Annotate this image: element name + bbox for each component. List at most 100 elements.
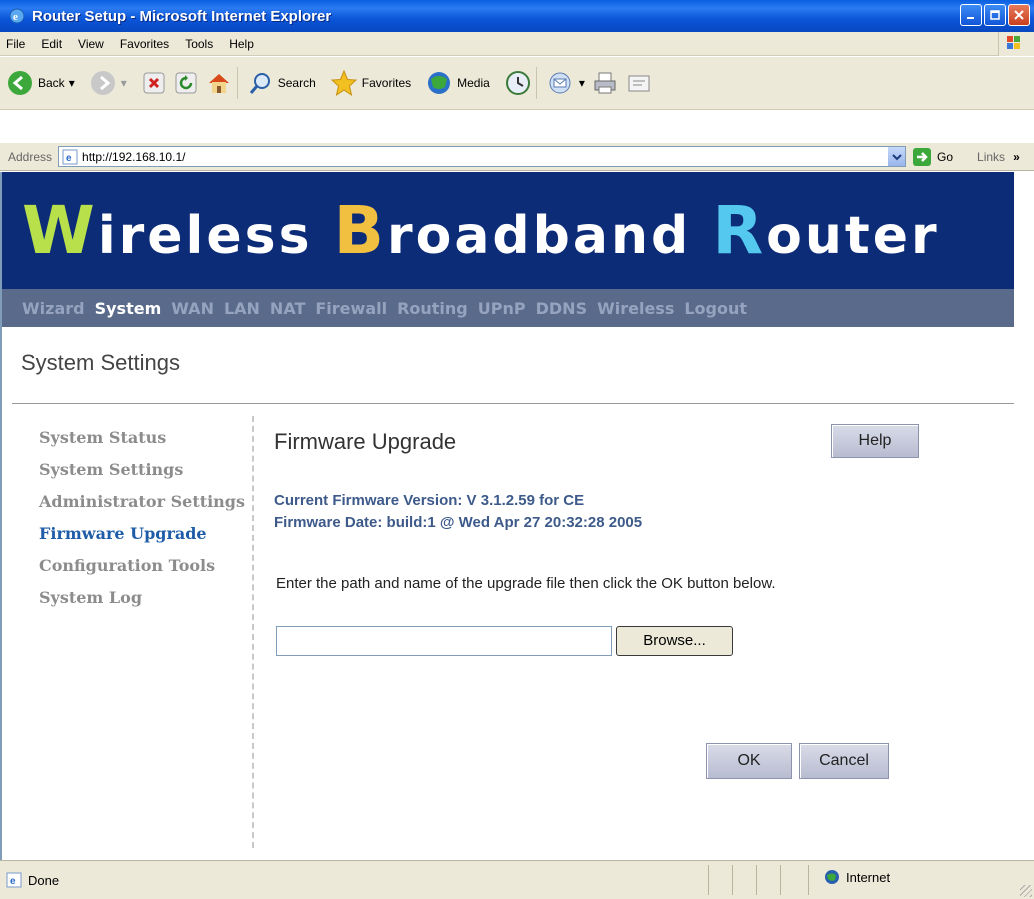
nav-wizard[interactable]: Wizard	[22, 299, 85, 318]
address-dropdown-button[interactable]	[888, 147, 906, 166]
nav-firewall[interactable]: Firewall	[315, 299, 387, 318]
title-divider	[12, 403, 1014, 404]
links-chevron-icon[interactable]: »	[1013, 150, 1020, 164]
forward-button[interactable]: ▾	[89, 69, 127, 97]
globe-icon	[825, 870, 839, 884]
status-bar: e Done Internet	[0, 860, 1034, 899]
upgrade-instructions: Enter the path and name of the upgrade f…	[276, 575, 776, 592]
search-label: Search	[277, 76, 316, 90]
address-bar: Address e http://192.168.10.1/ Go Links …	[0, 143, 1034, 171]
logo-word-roadband: roadband	[386, 206, 692, 266]
menu-file[interactable]: File	[0, 37, 33, 51]
ie-page-icon: e	[6, 872, 22, 888]
media-label: Media	[457, 76, 490, 90]
window-title: Router Setup - Microsoft Internet Explor…	[32, 7, 332, 25]
status-done: e Done	[6, 872, 59, 888]
home-icon	[208, 74, 229, 93]
minimize-icon	[967, 17, 974, 19]
ie-icon: e	[9, 8, 25, 24]
status-separator-2	[732, 865, 733, 895]
upgrade-file-path-input[interactable]	[276, 626, 612, 656]
ok-button[interactable]: OK	[706, 743, 792, 779]
ie-page-icon: e	[62, 149, 78, 164]
zone-text: Internet	[846, 869, 891, 885]
svg-text:e: e	[13, 11, 18, 23]
mail-button[interactable]: ▾	[547, 69, 585, 97]
status-text: Done	[28, 872, 60, 888]
sidebar-item-system-settings[interactable]: System Settings	[39, 461, 245, 493]
search-button[interactable]: Search	[248, 70, 316, 96]
browser-toolbar: Back ▾ ▾ Search Favorites Media ▾	[0, 57, 1034, 110]
nav-routing[interactable]: Routing	[397, 299, 468, 318]
maximize-icon	[990, 10, 1000, 20]
page-title: System Settings	[21, 350, 180, 375]
stop-button[interactable]	[141, 70, 167, 96]
sidebar-item-firmware-upgrade[interactable]: Firmware Upgrade	[39, 525, 245, 557]
refresh-icon	[175, 72, 197, 94]
search-icon	[249, 73, 270, 94]
content-title: Firmware Upgrade	[274, 429, 457, 454]
top-nav: Wizard System WAN LAN NAT Firewall Routi…	[2, 289, 1014, 327]
history-button[interactable]	[504, 69, 532, 97]
status-separator-5	[808, 865, 809, 895]
nav-ddns[interactable]: DDNS	[536, 299, 587, 318]
help-button[interactable]: Help	[831, 424, 919, 458]
logo-cap-w: W	[22, 192, 98, 269]
close-button[interactable]	[1008, 4, 1030, 26]
nav-wan[interactable]: WAN	[171, 299, 214, 318]
maximize-button[interactable]	[984, 4, 1006, 26]
sidebar-item-system-status[interactable]: System Status	[39, 429, 245, 461]
page-viewport: Wireless Broadband Router Wizard System …	[0, 172, 1034, 860]
forward-dropdown-icon: ▾	[120, 76, 127, 90]
go-arrow-icon	[913, 147, 932, 166]
forward-arrow-icon	[90, 71, 115, 95]
minimize-button[interactable]	[960, 4, 982, 26]
nav-lan[interactable]: LAN	[224, 299, 260, 318]
nav-logout[interactable]: Logout	[684, 299, 747, 318]
links-label[interactable]: Links	[977, 150, 1005, 164]
browse-button[interactable]: Browse...	[616, 626, 733, 656]
mail-dropdown-icon: ▾	[578, 76, 585, 90]
status-separator-4	[780, 865, 781, 895]
nav-upnp[interactable]: UPnP	[478, 299, 526, 318]
toolbar-separator	[236, 67, 238, 99]
nav-system[interactable]: System	[95, 299, 162, 318]
go-label: Go	[937, 149, 954, 164]
status-separator	[708, 865, 709, 895]
address-input[interactable]: e http://192.168.10.1/	[58, 146, 907, 167]
refresh-button[interactable]	[173, 70, 199, 96]
nav-wireless[interactable]: Wireless	[597, 299, 674, 318]
sidebar-item-system-log[interactable]: System Log	[39, 589, 245, 621]
cancel-button[interactable]: Cancel	[799, 743, 889, 779]
windows-flag-icon	[998, 32, 1034, 56]
media-button[interactable]: Media	[425, 69, 490, 97]
print-icon	[594, 72, 616, 94]
edit-button[interactable]	[625, 69, 653, 97]
favorites-button[interactable]: Favorites	[330, 69, 411, 97]
go-button[interactable]: Go	[912, 147, 953, 167]
edit-icon	[628, 75, 650, 92]
menu-help[interactable]: Help	[221, 37, 262, 51]
favorites-label: Favorites	[361, 76, 412, 90]
toolbar-separator-2	[535, 67, 537, 99]
menu-tools[interactable]: Tools	[177, 37, 221, 51]
logo-word-outer: outer	[766, 206, 940, 266]
firmware-version: Current Firmware Version: V 3.1.2.59 for…	[274, 492, 585, 509]
print-button[interactable]	[591, 69, 619, 97]
home-button[interactable]	[205, 69, 233, 97]
logo-cap-b: B	[333, 192, 387, 269]
menu-edit[interactable]: Edit	[33, 37, 70, 51]
menu-favorites[interactable]: Favorites	[112, 37, 177, 51]
back-button[interactable]: Back ▾	[6, 69, 75, 97]
sidebar-item-configuration-tools[interactable]: Configuration Tools	[39, 557, 245, 589]
mail-icon	[549, 72, 571, 94]
status-separator-3	[756, 865, 757, 895]
logo-cap-r: R	[712, 192, 767, 269]
menu-view[interactable]: View	[70, 37, 112, 51]
history-icon	[505, 71, 530, 95]
sidebar-item-administrator-settings[interactable]: Administrator Settings	[39, 493, 245, 525]
security-zone: Internet	[824, 869, 890, 885]
firmware-date: Firmware Date: build:1 @ Wed Apr 27 20:3…	[274, 514, 643, 531]
nav-nat[interactable]: NAT	[270, 299, 305, 318]
resize-grip[interactable]	[1020, 885, 1032, 897]
